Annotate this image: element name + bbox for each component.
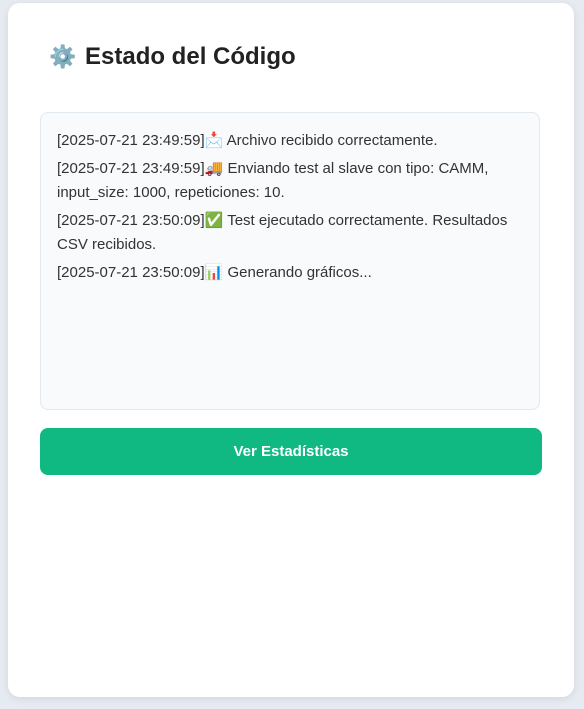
log-entry: [2025-07-21 23:50:09]📊 Generando gráfico…: [57, 261, 523, 285]
status-card: ⚙️ Estado del Código [2025-07-21 23:49:5…: [8, 3, 574, 697]
check-icon: ✅: [204, 212, 224, 229]
log-entry: [2025-07-21 23:50:09]✅ Test ejecutado co…: [57, 209, 523, 257]
log-timestamp: [2025-07-21 23:49:59]: [57, 132, 205, 149]
log-entry: [2025-07-21 23:49:59]🚚 Enviando test al …: [57, 157, 523, 205]
log-entry: [2025-07-21 23:49:59]📩 Archivo recibido …: [57, 129, 523, 153]
gear-icon: ⚙️: [49, 44, 77, 69]
page-title: ⚙️ Estado del Código: [49, 43, 296, 71]
log-timestamp: [2025-07-21 23:49:59]: [57, 160, 205, 177]
truck-icon: 🚚: [204, 160, 224, 177]
bar-chart-icon: 📊: [204, 264, 224, 281]
log-panel[interactable]: [2025-07-21 23:49:59]📩 Archivo recibido …: [40, 112, 540, 410]
log-message: Generando gráficos...: [223, 264, 372, 281]
view-statistics-button[interactable]: Ver Estadísticas: [40, 428, 542, 475]
page-title-text: Estado del Código: [85, 43, 296, 70]
envelope-icon: 📩: [204, 132, 224, 149]
log-timestamp: [2025-07-21 23:50:09]: [57, 212, 205, 229]
log-message: Archivo recibido correctamente.: [223, 132, 438, 149]
log-timestamp: [2025-07-21 23:50:09]: [57, 264, 205, 281]
